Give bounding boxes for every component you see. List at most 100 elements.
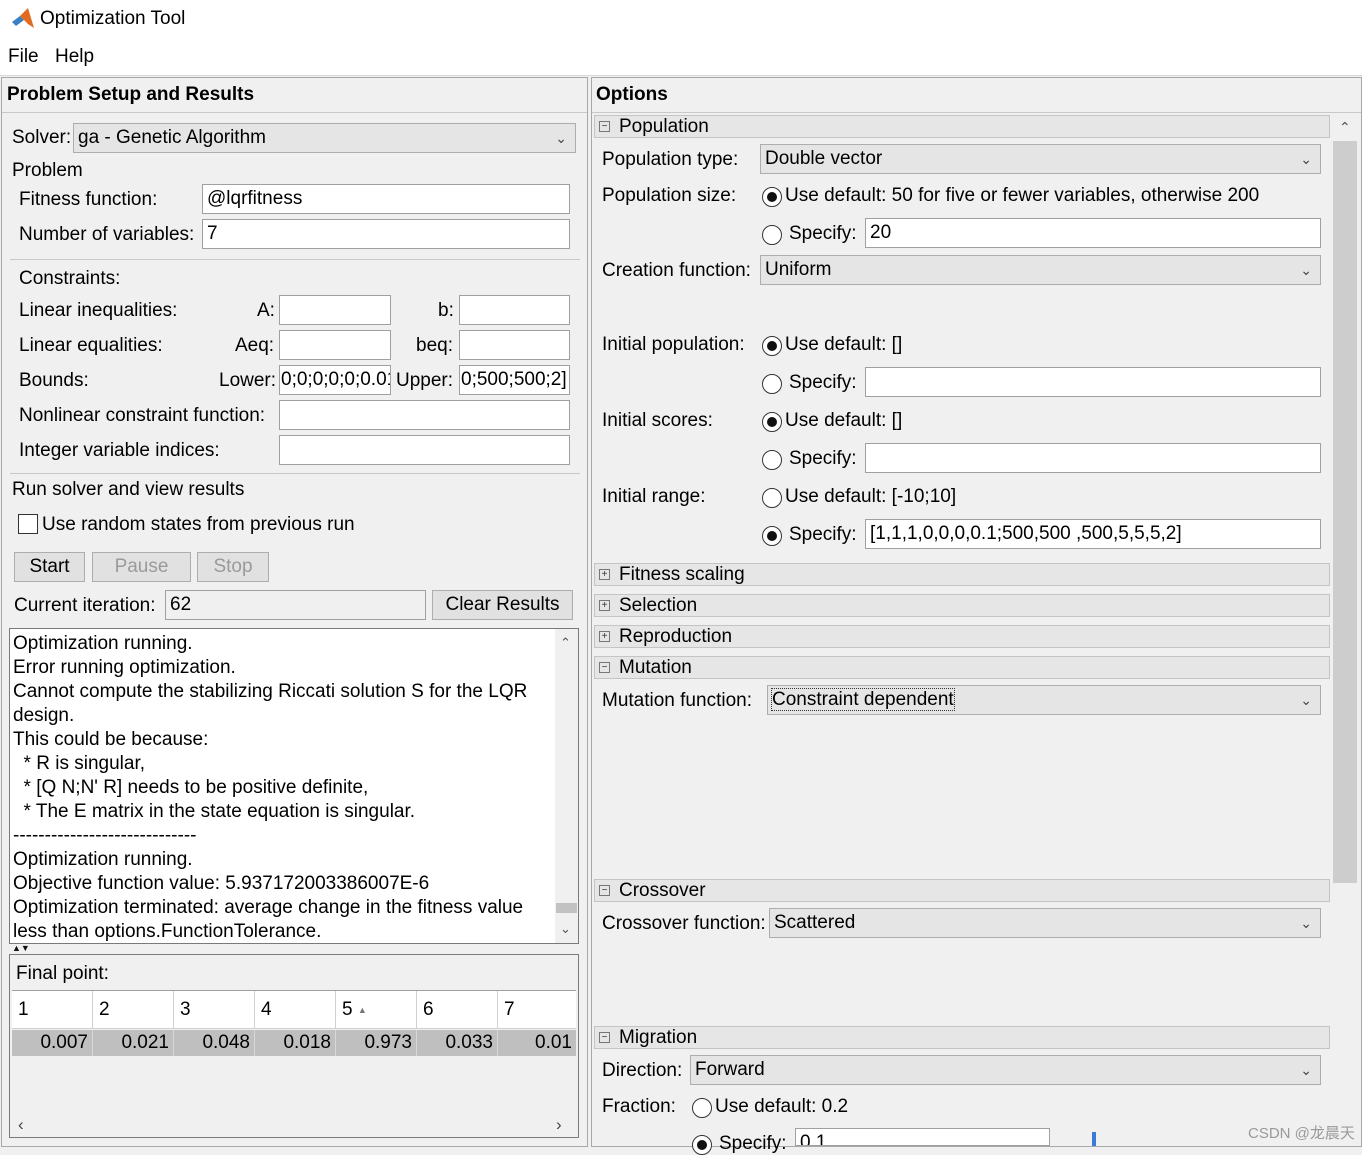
column-header[interactable]: 1 [12,991,93,1029]
population-type-value: Double vector [765,148,883,169]
population-size-default-radio[interactable] [762,187,782,207]
pause-button[interactable]: Pause [92,552,191,582]
collapse-icon[interactable]: − [599,885,610,896]
results-line: less than options.FunctionTolerance. [13,921,322,942]
creation-function-value: Uniform [765,259,832,280]
mutation-function-dropdown[interactable]: Constraint dependent ⌄ [767,685,1321,715]
lower-bounds-input[interactable]: 0;0;0;0;0;0.01 [279,365,391,395]
aeq-matrix-input[interactable] [279,330,391,360]
start-button[interactable]: Start [14,552,85,582]
solver-dropdown[interactable]: ga - Genetic Algorithm ⌄ [73,123,576,153]
population-size-specify-label: Specify: [789,223,857,244]
initial-scores-input[interactable] [865,443,1321,473]
migration-direction-dropdown[interactable]: Forward ⌄ [690,1055,1321,1085]
section-crossover-header[interactable]: − Crossover [594,879,1330,902]
collapse-icon[interactable]: − [599,662,610,673]
run-solver-label: Run solver and view results [12,479,245,500]
population-type-dropdown[interactable]: Double vector ⌄ [760,144,1321,174]
watermark: CSDN @龙晨天 [1248,1125,1355,1142]
fitness-function-input[interactable]: @lqrfitness [202,184,570,214]
menu-file[interactable]: File [8,46,39,68]
scroll-thumb[interactable] [556,903,577,913]
linear-inequalities-label: Linear inequalities: [19,300,178,321]
column-header[interactable]: 4 [255,991,336,1029]
random-states-checkbox[interactable] [18,514,38,534]
chevron-down-icon: ⌄ [1300,915,1312,931]
final-point-panel: Final point: 1 2 3 4 5 ▲ 6 7 0.007 0.021… [9,954,579,1138]
beq-label: beq: [416,335,453,356]
expand-icon[interactable]: + [599,631,610,642]
divider [2,112,587,113]
initial-population-input[interactable] [865,367,1321,397]
table-cell: 0.048 [174,1030,255,1056]
initial-population-default-radio[interactable] [762,336,782,356]
options-panel: Options − Population Population type: Do… [591,77,1362,1155]
scroll-down-icon[interactable]: ⌄ [560,921,571,937]
scroll-up-icon[interactable]: ⌃ [1339,119,1351,136]
slider-thumb[interactable] [1092,1132,1096,1146]
migration-fraction-default-label: Use default: 0.2 [715,1096,849,1117]
column-header[interactable]: 3 [174,991,255,1029]
initial-range-default-radio[interactable] [762,488,782,508]
splitter-handle-icon[interactable]: ▲▼ [12,944,30,953]
initial-range-specify-radio[interactable] [762,526,782,546]
beq-vector-input[interactable] [459,330,570,360]
initial-scores-default-label: Use default: [] [785,410,903,431]
expand-icon[interactable]: + [599,600,610,611]
creation-function-label: Creation function: [602,260,751,281]
migration-fraction-specify-radio[interactable] [692,1135,712,1155]
table-header-row: 1 2 3 4 5 ▲ 6 7 [12,991,576,1029]
clear-results-button[interactable]: Clear Results [432,590,573,620]
collapse-icon[interactable]: − [599,121,610,132]
migration-fraction-default-radio[interactable] [692,1098,712,1118]
collapse-icon[interactable]: − [599,1032,610,1043]
b-vector-input[interactable] [459,295,570,325]
migration-fraction-input[interactable]: 0.1 [795,1128,1050,1146]
scroll-up-icon[interactable]: ⌃ [560,635,571,651]
population-size-specify-radio[interactable] [762,225,782,245]
section-fitness-scaling-label: Fitness scaling [619,564,745,585]
a-label: A: [257,300,275,321]
results-scrollbar[interactable]: ⌃ ⌄ [555,629,578,943]
population-size-input[interactable]: 20 [865,218,1321,248]
scroll-thumb[interactable] [1333,141,1357,883]
final-point-table[interactable]: 1 2 3 4 5 ▲ 6 7 0.007 0.021 0.048 0.018 … [12,990,576,1136]
section-mutation-header[interactable]: − Mutation [594,656,1330,679]
initial-population-specify-radio[interactable] [762,374,782,394]
panel-title-options: Options [596,84,668,105]
scroll-right-icon[interactable]: › [556,1115,562,1135]
expand-icon[interactable]: + [599,569,610,580]
scroll-left-icon[interactable]: ‹ [18,1115,24,1135]
number-of-variables-input[interactable]: 7 [202,219,570,249]
crossover-function-dropdown[interactable]: Scattered ⌄ [769,908,1321,938]
nonlinear-constraint-input[interactable] [279,400,570,430]
integer-indices-input[interactable] [279,435,570,465]
current-iteration-label: Current iteration: [14,595,156,616]
results-text-area[interactable]: Optimization running. Error running opti… [9,628,579,944]
section-selection-header[interactable]: + Selection [594,594,1330,617]
stop-button[interactable]: Stop [197,552,269,582]
table-horizontal-scrollbar[interactable]: ‹ › [12,1115,576,1137]
section-fitness-scaling-header[interactable]: + Fitness scaling [594,563,1330,586]
initial-scores-specify-radio[interactable] [762,450,782,470]
column-header[interactable]: 2 [93,991,174,1029]
a-matrix-input[interactable] [279,295,391,325]
upper-bounds-input[interactable]: 0;500;500;2] [459,365,570,395]
initial-scores-default-radio[interactable] [762,412,782,432]
options-scrollbar[interactable]: ⌃ [1332,115,1358,1146]
column-header[interactable]: 7 [498,991,576,1029]
chevron-down-icon: ⌄ [1300,262,1312,278]
column-header[interactable]: 6 [417,991,498,1029]
table-row[interactable]: 0.007 0.021 0.048 0.018 0.973 0.033 0.01 [12,1030,576,1056]
column-header[interactable]: 5 ▲ [336,991,417,1029]
solver-value: ga - Genetic Algorithm [78,127,266,148]
menu-help[interactable]: Help [55,46,94,68]
section-migration-header[interactable]: − Migration [594,1026,1330,1049]
initial-range-input[interactable]: [1,1,1,0,0,0,0.1;500,500 ,500,5,5,5,2] [865,519,1321,549]
initial-range-label: Initial range: [602,486,706,507]
divider [592,112,1361,113]
section-population-header[interactable]: − Population [594,115,1330,138]
creation-function-dropdown[interactable]: Uniform ⌄ [760,255,1321,285]
fitness-function-label: Fitness function: [19,189,158,210]
section-reproduction-header[interactable]: + Reproduction [594,625,1330,648]
